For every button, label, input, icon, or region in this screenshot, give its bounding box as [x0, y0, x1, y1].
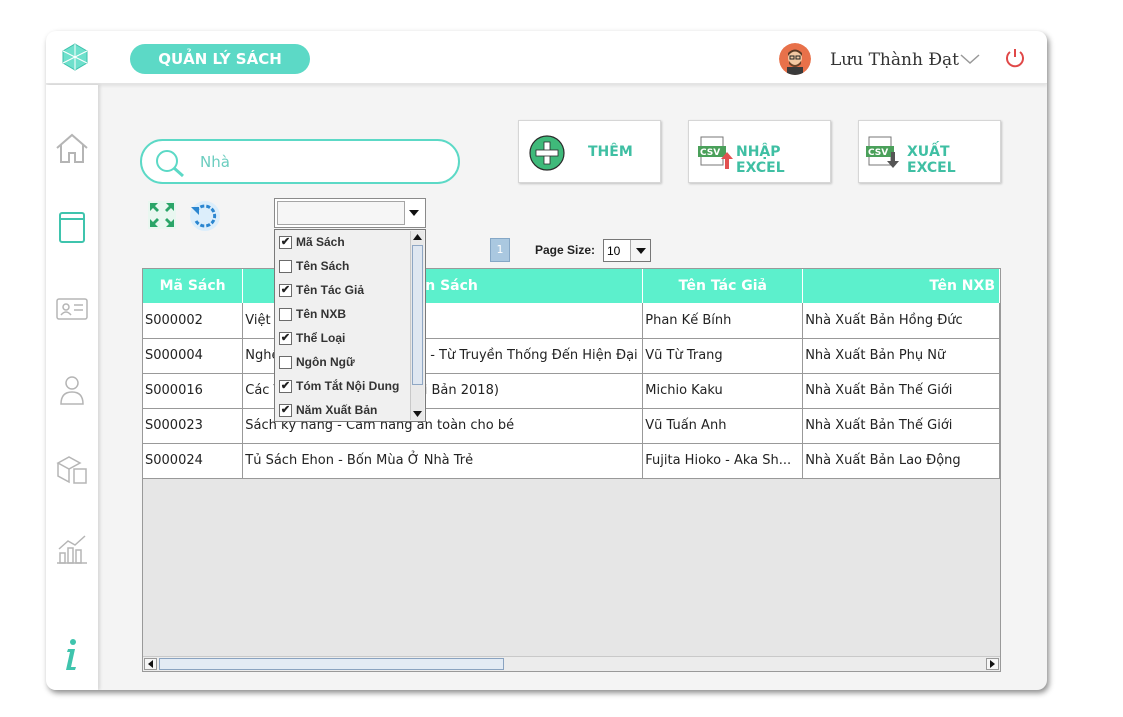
- page-size-select[interactable]: 10: [603, 239, 651, 262]
- avatar[interactable]: [779, 43, 811, 75]
- sidebar: [46, 85, 98, 690]
- column-filter-option[interactable]: Tên NXB: [279, 303, 346, 325]
- table-cell: Nhà Xuất Bản Thế Giới: [802, 408, 1000, 444]
- table-row[interactable]: S000023 Sách kỹ năng - Cẩm nang an toàn c…: [143, 408, 1000, 444]
- id-card-icon[interactable]: [54, 291, 90, 327]
- column-filter-option[interactable]: ✔ Thể Loại: [279, 327, 345, 349]
- page-size-value: 10: [607, 244, 621, 258]
- column-filter-option-label: Tên Tác Giả: [296, 283, 365, 297]
- scroll-up-icon[interactable]: [413, 234, 422, 240]
- column-filter-option-label: Mã Sách: [296, 235, 345, 249]
- scroll-left-icon[interactable]: [144, 658, 157, 670]
- expand-icon[interactable]: [148, 201, 176, 229]
- app-logo-icon: [62, 43, 88, 71]
- column-filter-option-label: Tóm Tắt Nội Dung: [296, 379, 400, 393]
- column-header[interactable]: Tên Tác Giả: [642, 269, 804, 303]
- column-filter-option[interactable]: Tên Sách: [279, 255, 349, 277]
- page-button-current[interactable]: 1: [490, 238, 510, 262]
- table-cell: S000002: [143, 303, 244, 339]
- column-filter-select[interactable]: [274, 198, 426, 228]
- export-excel-label: XUẤT EXCEL: [907, 144, 956, 176]
- table-cell: Michio Kaku: [642, 373, 804, 409]
- chevron-down-icon[interactable]: [960, 53, 980, 65]
- export-excel-button[interactable]: CSV XUẤT EXCEL: [858, 120, 1001, 183]
- search-icon: [156, 150, 184, 178]
- table-cell: Nhà Xuất Bản Thế Giới: [802, 373, 1000, 409]
- power-icon[interactable]: [1004, 47, 1026, 69]
- checkbox-unchecked[interactable]: [279, 307, 292, 321]
- user-name[interactable]: Lưu Thành Đạt: [830, 50, 959, 70]
- svg-text:CSV: CSV: [700, 148, 720, 158]
- column-filter-option[interactable]: ✔ Năm Xuất Bản: [279, 399, 377, 421]
- column-header[interactable]: Tên NXB: [802, 269, 1000, 303]
- checkbox-unchecked[interactable]: [279, 259, 292, 273]
- column-filter-option[interactable]: ✔ Tên Tác Giả: [279, 279, 364, 301]
- csv-export-icon: CSV: [866, 136, 899, 168]
- table-cell: Vũ Từ Trang: [642, 338, 804, 374]
- checkbox-checked[interactable]: ✔: [279, 283, 292, 297]
- column-filter-option[interactable]: ✔ Mã Sách: [279, 231, 345, 253]
- column-filter-dropdown: ✔ Mã Sách Tên Sách ✔ Tên Tác Giả Tên NXB ✔ Thể …: [274, 229, 426, 422]
- page-size-label: Page Size:: [535, 243, 596, 257]
- books-table: Mã Sách Tên Sách Tên Tác Giả Tên NXB S00000…: [142, 268, 1001, 672]
- column-filter-option-label: Tên NXB: [296, 307, 347, 321]
- table-cell: S000004: [143, 338, 244, 374]
- table-cell: S000023: [143, 408, 244, 444]
- table-cell: Tủ Sách Ehon - Bốn Mùa Ở Nhà Trẻ: [242, 443, 644, 479]
- table-row[interactable]: S000024 Tủ Sách Ehon - Bốn Mùa Ở Nhà Trẻ F…: [143, 443, 1000, 479]
- scroll-thumb[interactable]: [412, 245, 423, 385]
- search-input[interactable]: Nhà: [200, 153, 230, 171]
- refresh-icon[interactable]: [188, 199, 222, 232]
- column-filter-option[interactable]: ✔ Tóm Tắt Nội Dung: [279, 375, 399, 397]
- table-cell: Vũ Tuấn Anh: [642, 408, 804, 444]
- column-filter-option-label: Thể Loại: [296, 331, 346, 345]
- plus-circle-icon: [529, 135, 565, 171]
- scroll-down-icon[interactable]: [413, 411, 422, 417]
- table-cell: Nhà Xuất Bản Lao Động: [802, 443, 1000, 479]
- table-cell: Fujita Hioko - Aka Sh...: [642, 443, 804, 479]
- column-filter-option[interactable]: Ngôn Ngữ: [279, 351, 355, 373]
- table-cell: Nhà Xuất Bản Phụ Nữ: [802, 338, 1000, 374]
- user-icon[interactable]: [54, 371, 90, 407]
- table-cell: S000016: [143, 373, 244, 409]
- table-cell: S000024: [143, 443, 244, 479]
- add-button[interactable]: THÊM: [518, 120, 661, 183]
- chart-icon[interactable]: [54, 531, 90, 567]
- search-box[interactable]: Nhà: [140, 139, 460, 184]
- table-row[interactable]: S000016Các Thế Giới Song Song (Tái Bản 2…: [143, 373, 1000, 409]
- checkbox-checked[interactable]: ✔: [279, 331, 292, 345]
- add-button-label: THÊM: [588, 144, 633, 160]
- column-filter-value: [277, 201, 405, 225]
- checkbox-unchecked[interactable]: [279, 355, 292, 369]
- import-excel-label: NHẬP EXCEL: [736, 144, 785, 176]
- table-horizontal-scrollbar[interactable]: [143, 656, 1000, 671]
- scroll-thumb[interactable]: [159, 658, 504, 670]
- table-row[interactable]: S000002Việt Nam Phong TụcPhan Kế BínhNhà…: [143, 303, 1000, 339]
- home-icon[interactable]: [54, 130, 90, 166]
- table-cell: Nhà Xuất Bản Hồng Đức: [802, 303, 1000, 339]
- dropdown-scrollbar[interactable]: [410, 231, 424, 420]
- page-title: QUẢN LÝ SÁCH: [130, 44, 310, 74]
- svg-text:CSV: CSV: [868, 148, 888, 158]
- checkbox-checked[interactable]: ✔: [279, 235, 292, 249]
- scroll-right-icon[interactable]: [986, 658, 999, 670]
- csv-import-icon: CSV: [698, 136, 733, 169]
- top-bar: QUẢN LÝ SÁCH Lưu Thành Đạt: [46, 31, 1047, 84]
- checkbox-checked[interactable]: ✔: [279, 379, 292, 393]
- table-row[interactable]: S000004 Nghệ Thuật Trang Phục Việt - Từ T…: [143, 338, 1000, 374]
- column-filter-option-label: Tên Sách: [296, 259, 350, 273]
- column-filter-option-label: Ngôn Ngữ: [296, 355, 355, 369]
- column-header[interactable]: Mã Sách: [143, 269, 244, 303]
- chevron-down-icon[interactable]: [405, 201, 423, 225]
- table-cell: Phan Kế Bính: [642, 303, 804, 339]
- avatar-icon: [779, 43, 811, 75]
- info-icon[interactable]: [54, 637, 90, 673]
- import-excel-button[interactable]: CSV NHẬP EXCEL: [688, 120, 831, 183]
- boxes-icon[interactable]: [54, 451, 90, 487]
- checkbox-checked[interactable]: ✔: [279, 403, 292, 417]
- app-window: QUẢN LÝ SÁCH Lưu Thành Đạt Nhà THÊM CSV …: [46, 31, 1047, 690]
- book-icon[interactable]: [54, 209, 90, 245]
- column-filter-option-label: Năm Xuất Bản: [296, 403, 378, 417]
- chevron-down-icon[interactable]: [630, 240, 650, 261]
